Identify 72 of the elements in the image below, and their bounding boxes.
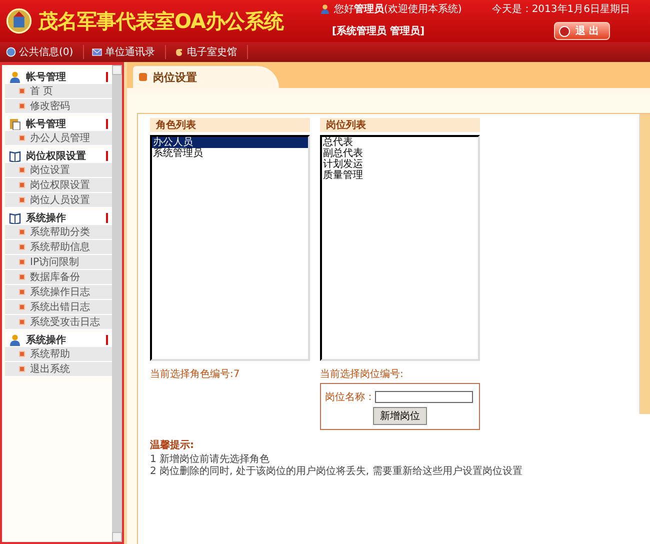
nav-link[interactable]: 公共信息(0) bbox=[4, 45, 84, 59]
tip-text: 2 岗位删除的同时, 处于该岗位的用户岗位将丢失, 需要重新给这些用户设置岗位设置 bbox=[150, 466, 524, 478]
sidebar-header[interactable]: 岗位权限设置 bbox=[5, 148, 112, 163]
clipboard-icon bbox=[9, 118, 21, 130]
list-header: 岗位列表 bbox=[320, 118, 480, 132]
list-box[interactable]: 办公人员 系统管理员 bbox=[150, 135, 310, 361]
user-role: [系统管理员 管理员] bbox=[332, 24, 425, 38]
bullet-icon bbox=[19, 366, 25, 372]
selection-label: 当前选择角色编号:7 bbox=[150, 368, 241, 381]
sidebar-item[interactable]: 岗位设置 bbox=[5, 163, 112, 178]
bullet-icon bbox=[19, 274, 25, 280]
add-button[interactable]: 新增岗位 bbox=[373, 407, 427, 425]
list-option[interactable]: 办公人员 bbox=[152, 137, 308, 148]
bullet-icon bbox=[19, 351, 25, 357]
input-field[interactable] bbox=[375, 391, 473, 403]
bullet-icon bbox=[19, 289, 25, 295]
bullet-icon bbox=[19, 167, 25, 173]
greeting-text: 您好管理员(欢迎使用本系统) bbox=[334, 2, 462, 16]
list-option[interactable]: 质量管理 bbox=[322, 170, 478, 181]
sidebar-item[interactable]: 系统受攻击日志 bbox=[5, 315, 112, 330]
bullet-icon bbox=[19, 229, 25, 235]
sidebar-header[interactable]: 系统操作 bbox=[5, 210, 112, 225]
nav-link[interactable]: 电子室史馆 bbox=[172, 45, 248, 59]
bullet-icon bbox=[19, 244, 25, 250]
user-icon bbox=[320, 4, 330, 14]
sidebar-item[interactable]: 系统帮助 bbox=[5, 347, 112, 362]
sidebar-header[interactable]: 帐号管理 bbox=[5, 69, 112, 84]
field-label: 岗位名称： bbox=[325, 390, 375, 404]
list-option[interactable]: 副总代表 bbox=[322, 148, 478, 159]
bullet-icon bbox=[19, 319, 25, 325]
sidebar-header[interactable]: 帐号管理 bbox=[5, 116, 112, 131]
tip-text: 1 新增岗位前请先选择角色 bbox=[150, 454, 271, 466]
bullet-icon bbox=[19, 197, 25, 203]
book-icon bbox=[9, 212, 21, 224]
bullet-icon bbox=[19, 304, 25, 310]
emblem-icon bbox=[6, 6, 32, 36]
sidebar-item[interactable]: 首 页 bbox=[5, 84, 112, 99]
page-tab[interactable]: 岗位设置 bbox=[133, 66, 279, 88]
sidebar-item[interactable]: 系统帮助分类 bbox=[5, 225, 112, 240]
sidebar-item[interactable]: 退出系统 bbox=[5, 362, 112, 377]
list-option[interactable]: 系统管理员 bbox=[152, 148, 308, 159]
bullet-icon bbox=[19, 182, 25, 188]
list-header: 角色列表 bbox=[150, 118, 310, 132]
bullet-icon bbox=[19, 135, 25, 141]
app-title: 茂名军事代表室OA办公系统 bbox=[38, 8, 284, 34]
user-icon bbox=[9, 70, 21, 82]
nav-link[interactable]: 单位通讯录 bbox=[90, 45, 166, 59]
list-option[interactable]: 计划发运 bbox=[322, 159, 478, 170]
selection-label: 当前选择岗位编号: bbox=[320, 368, 404, 381]
bullet-icon bbox=[19, 88, 25, 94]
sidebar-item[interactable]: 修改密码 bbox=[5, 99, 112, 114]
sidebar-item[interactable]: 岗位人员设置 bbox=[5, 193, 112, 208]
sidebar-item[interactable]: 办公人员管理 bbox=[5, 131, 112, 146]
play-icon bbox=[139, 73, 147, 81]
bullet-icon bbox=[19, 259, 25, 265]
book-icon bbox=[9, 150, 21, 162]
list-option[interactable]: 总代表 bbox=[322, 137, 478, 148]
bullet-icon bbox=[19, 103, 25, 109]
sidebar-item[interactable]: 系统出错日志 bbox=[5, 300, 112, 315]
sidebar-item[interactable]: 岗位权限设置 bbox=[5, 178, 112, 193]
tips-title: 温馨提示: bbox=[150, 438, 195, 452]
close-icon bbox=[558, 26, 570, 36]
sidebar-item[interactable]: 数据库备份 bbox=[5, 270, 112, 285]
date-text: 今天是：2013年1月6日星期日 bbox=[492, 2, 630, 16]
mail-icon bbox=[92, 47, 102, 57]
user-icon bbox=[9, 334, 21, 346]
sidebar-item[interactable]: 系统操作日志 bbox=[5, 285, 112, 300]
list-box[interactable]: 总代表 副总代表 计划发运 质量管理 bbox=[320, 135, 480, 361]
sidebar-item[interactable]: IP访问限制 bbox=[5, 255, 112, 270]
sidebar-item[interactable]: 系统帮助信息 bbox=[5, 240, 112, 255]
globe-icon bbox=[6, 47, 16, 57]
sidebar-header[interactable]: 系统操作 bbox=[5, 332, 112, 347]
